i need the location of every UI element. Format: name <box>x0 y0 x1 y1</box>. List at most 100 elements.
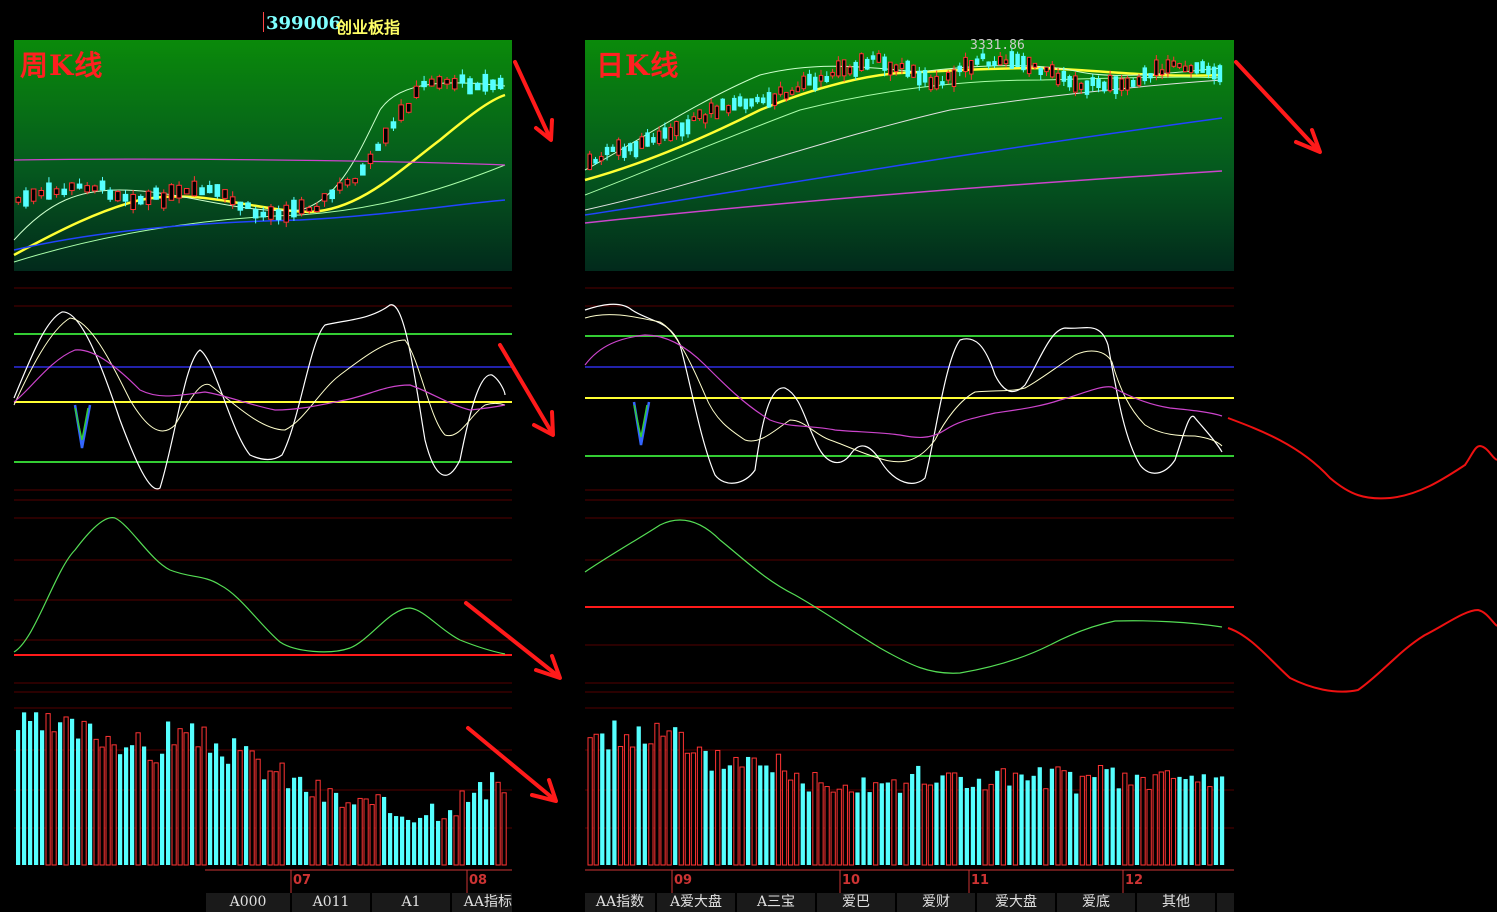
candle <box>138 195 144 205</box>
tab-a011[interactable]: A011 <box>292 893 370 912</box>
volume-bar <box>1195 781 1201 866</box>
volume-bar <box>406 819 411 865</box>
candle <box>191 180 198 197</box>
volume-bar <box>1116 788 1121 865</box>
tab-aiba[interactable]: 爱巴 <box>817 893 895 912</box>
candle <box>1032 62 1038 68</box>
volume-bar <box>855 792 860 865</box>
candle <box>830 71 835 77</box>
month-label: 10 <box>842 873 861 888</box>
candle <box>46 182 52 200</box>
volume-bar <box>897 792 903 865</box>
volume-bar <box>715 749 721 866</box>
candle <box>344 179 351 186</box>
volume-bar <box>794 772 800 866</box>
volume-bar <box>58 722 63 865</box>
tab-other[interactable]: 其他 <box>1137 893 1215 912</box>
candle <box>616 139 621 156</box>
volume-bar <box>153 762 159 866</box>
candle <box>1026 56 1032 75</box>
volume-bar <box>63 716 69 866</box>
volume-bar <box>208 752 213 865</box>
volume-bar <box>903 782 909 866</box>
candle <box>1177 63 1182 68</box>
volume-bar <box>1122 772 1128 866</box>
candle <box>1113 76 1119 95</box>
tab-aicai[interactable]: 爱财 <box>897 893 975 912</box>
candle <box>1171 60 1176 67</box>
candle <box>199 187 205 196</box>
volume-bar <box>916 765 921 865</box>
volume-bar <box>1097 764 1104 866</box>
candle <box>772 93 777 106</box>
candle <box>888 61 893 76</box>
volume-bar <box>88 723 93 865</box>
candle <box>321 193 328 202</box>
candle <box>986 61 991 67</box>
candle <box>639 136 645 149</box>
tab-a-market[interactable]: A爱大盘 <box>657 893 735 912</box>
candle <box>1073 75 1078 93</box>
volume-bar <box>654 722 660 866</box>
candle <box>168 184 175 201</box>
volume-bar <box>733 756 739 866</box>
volume-bar <box>339 806 345 866</box>
tab-market[interactable]: 爱大盘 <box>977 893 1055 912</box>
volume-bar <box>363 798 369 866</box>
volume-bar <box>315 779 321 866</box>
volume-bar <box>606 749 611 865</box>
candle <box>940 81 945 86</box>
candle <box>945 71 951 81</box>
volume-bar <box>587 737 593 866</box>
candle <box>1021 55 1026 71</box>
volume-bar <box>842 784 848 866</box>
chart-canvas[interactable] <box>0 0 1497 912</box>
candle <box>1142 67 1148 82</box>
candle <box>1061 70 1067 82</box>
volume-bar <box>478 782 483 865</box>
volume-bar <box>1049 768 1055 865</box>
volume-bar <box>147 759 153 866</box>
month-label: 07 <box>293 873 312 888</box>
volume-bar <box>788 779 794 866</box>
candle <box>865 58 870 70</box>
candle <box>934 75 939 90</box>
tab-a1[interactable]: A1 <box>372 893 450 912</box>
candle <box>30 188 37 202</box>
tab-a000[interactable]: A000 <box>206 893 290 912</box>
volume-bar <box>412 822 417 865</box>
volume-bar <box>160 753 165 865</box>
volume-bar <box>45 713 51 866</box>
candle <box>1206 65 1211 75</box>
volume-bar <box>690 752 697 866</box>
volume-bar <box>751 757 757 866</box>
candle <box>421 80 427 88</box>
tab-aa-indicator[interactable]: AA指标 <box>452 893 512 912</box>
volume-bar <box>93 738 99 866</box>
candle <box>1119 78 1124 91</box>
candle <box>651 137 656 143</box>
volume-bar <box>1079 775 1085 866</box>
volume-bar <box>1031 775 1036 865</box>
tab-bottom[interactable]: 爱底 <box>1057 893 1135 912</box>
candle <box>490 79 496 91</box>
month-label: 11 <box>971 873 990 888</box>
candle <box>482 73 489 92</box>
candle <box>92 185 98 192</box>
volume-bar <box>1043 788 1049 866</box>
candle <box>992 60 997 66</box>
volume-bar <box>812 772 818 866</box>
candle <box>807 73 812 86</box>
volume-bar <box>1183 779 1188 865</box>
candle <box>778 86 783 95</box>
candle <box>497 77 504 90</box>
candle <box>398 104 404 121</box>
volume-bar <box>232 738 237 865</box>
tab-a-three[interactable]: A三宝 <box>737 893 815 912</box>
tab-aa-index[interactable]: AA指数 <box>585 893 655 912</box>
candle <box>610 146 616 152</box>
candle <box>784 91 789 100</box>
candle <box>467 78 473 95</box>
volume-bar <box>1158 771 1164 866</box>
tab-scroll[interactable] <box>1217 893 1234 912</box>
